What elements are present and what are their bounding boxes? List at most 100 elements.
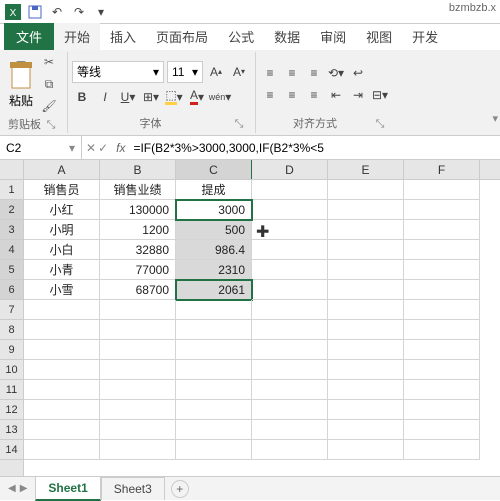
save-icon[interactable]: [26, 3, 44, 21]
name-box[interactable]: C2 ▾: [0, 136, 82, 159]
cell[interactable]: 130000: [100, 200, 176, 220]
cell[interactable]: [100, 400, 176, 420]
align-middle-icon[interactable]: ≡: [282, 63, 302, 83]
cell[interactable]: [328, 440, 404, 460]
align-center-icon[interactable]: ≡: [282, 85, 302, 105]
cell[interactable]: [252, 440, 328, 460]
tab-review[interactable]: 审阅: [310, 23, 356, 50]
cell[interactable]: [100, 380, 176, 400]
cell[interactable]: [252, 240, 328, 260]
cell[interactable]: [328, 280, 404, 300]
row-header[interactable]: 8: [0, 320, 23, 340]
align-bottom-icon[interactable]: ≡: [304, 63, 324, 83]
cell[interactable]: [176, 320, 252, 340]
redo-icon[interactable]: ↷: [70, 3, 88, 21]
font-color-button[interactable]: A▾: [187, 87, 207, 107]
increase-indent-icon[interactable]: ⇥: [348, 85, 368, 105]
cell[interactable]: 提成: [176, 180, 252, 200]
border-button[interactable]: ⊞▾: [141, 87, 161, 107]
tab-layout[interactable]: 页面布局: [146, 23, 218, 50]
font-size-select[interactable]: 11▾: [167, 61, 203, 83]
sheet-tab-3[interactable]: Sheet3: [101, 477, 165, 500]
format-painter-icon[interactable]: 🖌: [40, 98, 58, 114]
cell[interactable]: [252, 360, 328, 380]
col-header[interactable]: D: [252, 160, 328, 179]
cell[interactable]: [176, 440, 252, 460]
cell[interactable]: [24, 320, 100, 340]
cell[interactable]: [404, 380, 480, 400]
cell[interactable]: [328, 400, 404, 420]
row-header[interactable]: 11: [0, 380, 23, 400]
tab-home[interactable]: 开始: [54, 23, 100, 50]
row-header[interactable]: 12: [0, 400, 23, 420]
cell[interactable]: [100, 420, 176, 440]
enter-formula-icon[interactable]: ✓: [98, 141, 108, 155]
cell[interactable]: 小白: [24, 240, 100, 260]
cell[interactable]: [404, 240, 480, 260]
cell[interactable]: 1200: [100, 220, 176, 240]
cell[interactable]: [252, 180, 328, 200]
row-header[interactable]: 13: [0, 420, 23, 440]
phonetic-button[interactable]: wén▾: [210, 87, 230, 107]
cell[interactable]: [328, 420, 404, 440]
row-header[interactable]: 10: [0, 360, 23, 380]
underline-button[interactable]: U▾: [118, 87, 138, 107]
cell[interactable]: [176, 300, 252, 320]
bold-button[interactable]: B: [72, 87, 92, 107]
row-header[interactable]: 9: [0, 340, 23, 360]
cell[interactable]: [252, 280, 328, 300]
cell[interactable]: [100, 440, 176, 460]
shrink-font-icon[interactable]: A▾: [229, 62, 249, 82]
undo-icon[interactable]: ↶: [48, 3, 66, 21]
tab-data[interactable]: 数据: [264, 23, 310, 50]
cell[interactable]: [404, 420, 480, 440]
cell[interactable]: [176, 360, 252, 380]
decrease-indent-icon[interactable]: ⇤: [326, 85, 346, 105]
row-header[interactable]: 2: [0, 200, 23, 220]
cell[interactable]: [404, 440, 480, 460]
font-name-select[interactable]: 等线▾: [72, 61, 164, 83]
cell[interactable]: [328, 320, 404, 340]
align-top-icon[interactable]: ≡: [260, 63, 280, 83]
cell[interactable]: [328, 360, 404, 380]
row-header[interactable]: 3: [0, 220, 23, 240]
fx-icon[interactable]: fx: [112, 141, 129, 155]
sheet-nav-next-icon[interactable]: ▶: [20, 483, 28, 494]
orientation-icon[interactable]: ⟲▾: [326, 63, 346, 83]
cell[interactable]: [328, 340, 404, 360]
qat-dropdown-icon[interactable]: ▾: [92, 3, 110, 21]
tab-formulas[interactable]: 公式: [218, 23, 264, 50]
cell[interactable]: [404, 260, 480, 280]
cell[interactable]: [252, 420, 328, 440]
cell[interactable]: 500: [176, 220, 252, 240]
cell[interactable]: [328, 240, 404, 260]
font-launcher-icon[interactable]: ⤡: [229, 118, 249, 131]
row-header[interactable]: 4: [0, 240, 23, 260]
cut-icon[interactable]: ✂: [40, 54, 58, 70]
clipboard-launcher-icon[interactable]: ⤡: [41, 119, 61, 132]
alignment-launcher-icon[interactable]: ⤡: [370, 118, 390, 131]
cell[interactable]: [404, 340, 480, 360]
cell[interactable]: [252, 320, 328, 340]
tab-developer[interactable]: 开发: [402, 23, 448, 50]
italic-button[interactable]: I: [95, 87, 115, 107]
select-all-corner[interactable]: [0, 160, 23, 180]
col-header[interactable]: E: [328, 160, 404, 179]
ribbon-scroll-icon[interactable]: ▾: [492, 112, 498, 125]
row-header[interactable]: 1: [0, 180, 23, 200]
merge-center-icon[interactable]: ⊟▾: [370, 85, 390, 105]
cancel-formula-icon[interactable]: ✕: [86, 141, 96, 155]
align-right-icon[interactable]: ≡: [304, 85, 324, 105]
cell[interactable]: [100, 300, 176, 320]
wrap-text-icon[interactable]: ↩: [348, 63, 368, 83]
sheet-nav-prev-icon[interactable]: ◀: [8, 483, 16, 494]
row-header[interactable]: 7: [0, 300, 23, 320]
cell[interactable]: [176, 420, 252, 440]
cell[interactable]: 2061: [176, 280, 252, 300]
cell[interactable]: [328, 180, 404, 200]
fill-color-button[interactable]: ⬚▾: [164, 87, 184, 107]
cell[interactable]: 小明: [24, 220, 100, 240]
cell[interactable]: [24, 380, 100, 400]
cell[interactable]: [328, 260, 404, 280]
cell[interactable]: [328, 300, 404, 320]
